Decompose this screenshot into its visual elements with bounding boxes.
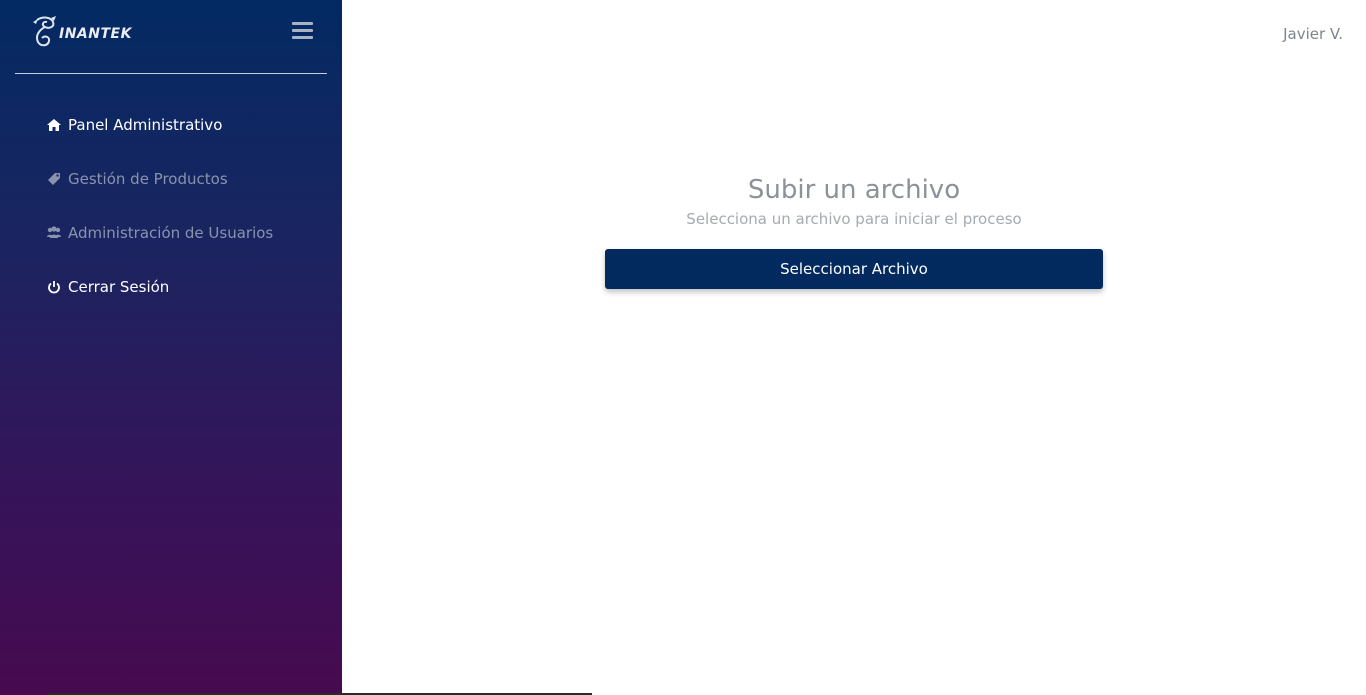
sidebar-item-panel-administrativo[interactable]: Panel Administrativo	[46, 114, 273, 136]
select-file-button[interactable]: Seleccionar Archivo	[605, 249, 1103, 289]
upload-title: Subir un archivo	[747, 175, 961, 205]
brand-logo-text: INANTEK	[59, 25, 132, 42]
sidebar-item-administracion-usuarios[interactable]: Administración de Usuarios	[46, 222, 273, 244]
sidebar-item-label: Gestión de Productos	[68, 170, 228, 188]
tag-icon	[48, 173, 60, 185]
power-icon	[48, 281, 60, 294]
main-content: Subir un archivo Selecciona un archivo p…	[342, 71, 1366, 695]
hamburger-icon[interactable]	[292, 22, 313, 40]
sidebar-nav: Panel Administrativo Gestión de Producto…	[46, 114, 273, 330]
sidebar-item-label: Administración de Usuarios	[68, 224, 274, 242]
top-bar: Javier V.	[342, 0, 1366, 71]
brand-logo[interactable]: INANTEK	[29, 14, 132, 50]
user-name[interactable]: Javier V.	[1283, 25, 1343, 43]
sidebar: INANTEK Panel Administrativo Gestión de …	[0, 0, 342, 695]
sidebar-item-cerrar-sesion[interactable]: Cerrar Sesión	[46, 276, 273, 298]
home-icon	[47, 119, 61, 131]
sidebar-item-label: Panel Administrativo	[68, 116, 223, 134]
upload-subtitle: Selecciona un archivo para iniciar el pr…	[686, 210, 1022, 228]
sidebar-item-gestion-productos[interactable]: Gestión de Productos	[46, 168, 273, 190]
users-icon	[47, 226, 61, 238]
sidebar-divider	[15, 73, 327, 74]
sidebar-item-label: Cerrar Sesión	[68, 278, 170, 296]
sidebar-header: INANTEK	[0, 0, 342, 73]
app-layout: INANTEK Panel Administrativo Gestión de …	[0, 0, 1366, 695]
dragon-logo-icon	[33, 16, 56, 47]
